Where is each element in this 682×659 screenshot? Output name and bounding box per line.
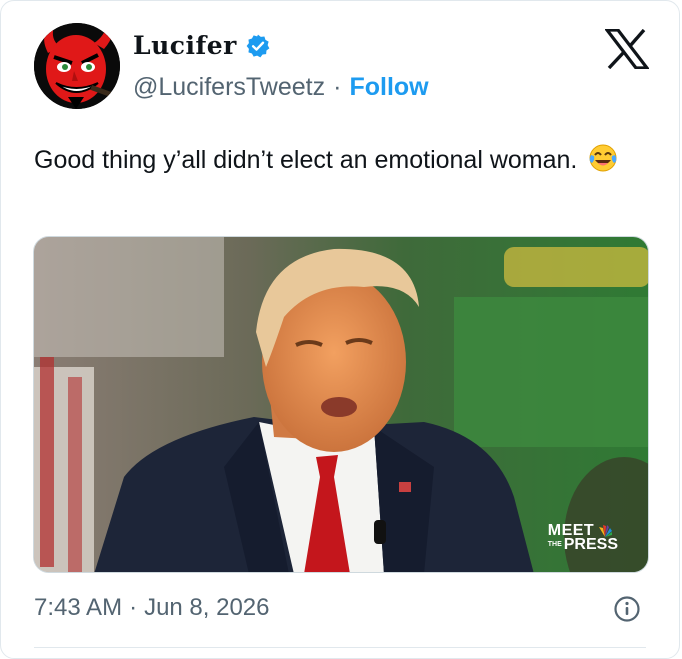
devil-avatar-icon [34, 23, 120, 109]
author-handle-row: @LucifersTweetz · Follow [133, 73, 429, 102]
author-handle[interactable]: @LucifersTweetz [133, 73, 325, 102]
face-with-tears-of-joy-icon [588, 143, 618, 184]
tweet-media-image[interactable]: MEET THE PRESS [33, 236, 649, 573]
tweet-time[interactable]: 7:43 AM [34, 594, 122, 622]
avatar[interactable] [34, 23, 120, 109]
follow-button[interactable]: Follow [349, 73, 428, 102]
verified-badge-icon [245, 33, 271, 59]
tweet-card: Lucifer @LucifersTweetz · Follow Good th… [0, 0, 680, 659]
divider [34, 647, 646, 648]
author-name-row: Lucifer [133, 31, 271, 60]
watermark-press: PRESS [563, 536, 618, 553]
watermark-the: THE [547, 541, 562, 548]
tweet-date[interactable]: Jun 8, 2026 [144, 594, 269, 622]
info-icon[interactable] [613, 595, 641, 623]
tweet-timestamp-row[interactable]: 7:43 AM · Jun 8, 2026 [34, 594, 270, 622]
tweet-text-content: Good thing y’all didn’t elect an emotion… [34, 146, 578, 174]
author-display-name[interactable]: Lucifer [133, 31, 237, 60]
x-logo-icon[interactable] [603, 28, 651, 70]
meet-the-press-watermark: MEET THE PRESS [547, 523, 618, 553]
tweet-text: Good thing y’all didn’t elect an emotion… [34, 141, 634, 184]
separator-dot: · [333, 73, 342, 101]
separator-dot: · [129, 594, 138, 621]
